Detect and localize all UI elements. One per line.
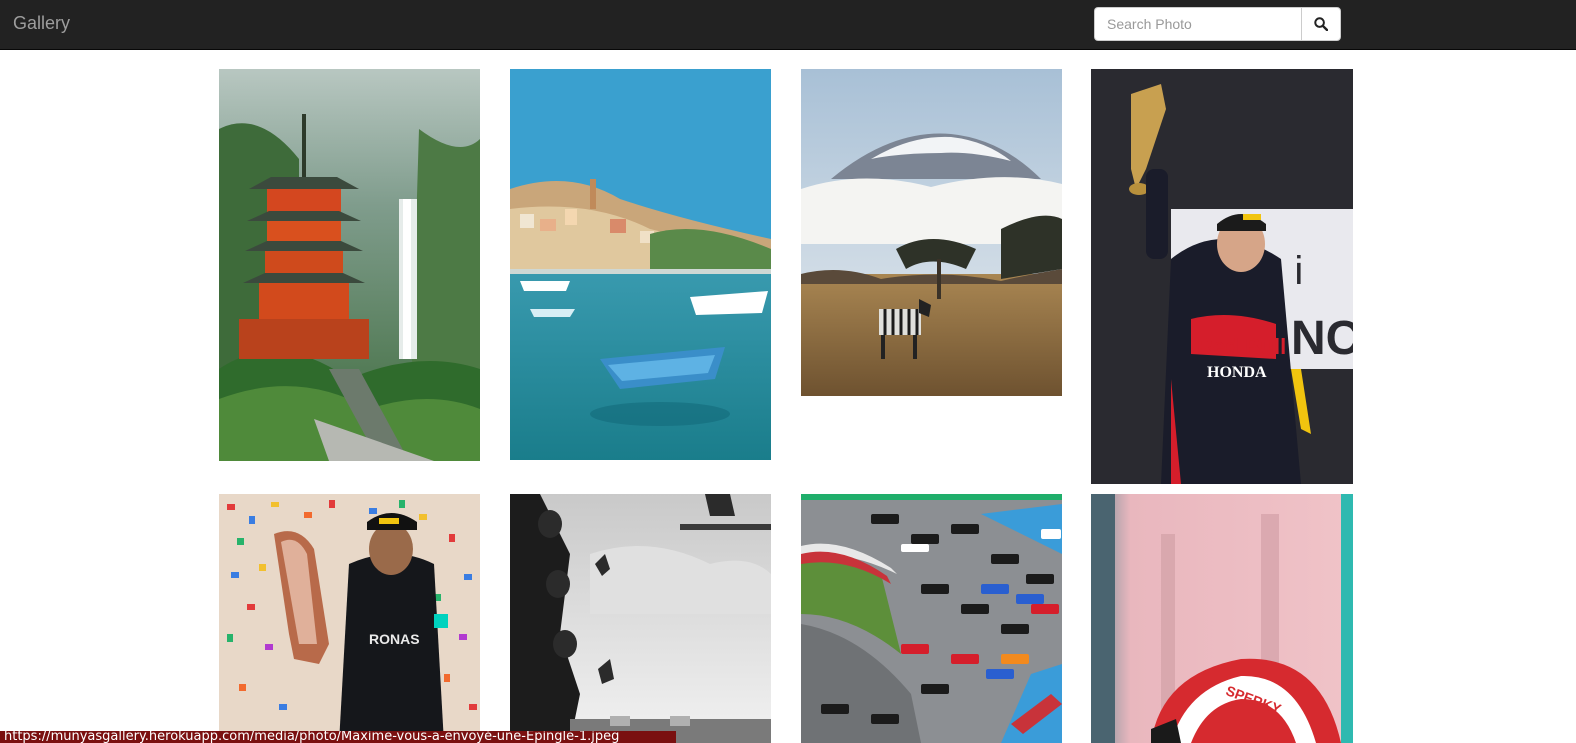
photo-verstappen-trophy[interactable]: o i NC Red Bull HONDA [1091,69,1353,484]
search-button[interactable] [1301,7,1341,41]
brand-link[interactable]: Gallery [13,13,70,34]
svg-text:Red Bull: Red Bull [1197,334,1286,359]
search-form [1094,7,1341,41]
kilimanjaro-image [801,69,1062,396]
verstappen-image: o i NC Red Bull HONDA [1091,69,1353,484]
photo-leclerc-helmet[interactable]: SPERKY [1091,494,1353,743]
helmet-image: SPERKY [1091,494,1353,743]
svg-text:NC: NC [1291,312,1353,365]
photo-greek-harbor-boats[interactable] [510,69,771,460]
pagoda-image [219,69,480,461]
harbor-image [510,69,771,460]
photo-japan-pagoda-waterfall[interactable] [219,69,480,461]
hamilton-image: RONAS [219,494,480,743]
photo-kilimanjaro-zebra[interactable] [801,69,1062,396]
photo-grid: o i NC Red Bull HONDA RONAS SPERKY [0,50,1576,743]
search-input[interactable] [1094,7,1301,41]
navbar: Gallery [0,0,1576,50]
photo-pitwall-celebration-bw[interactable] [510,494,771,743]
photo-hamilton-trophy-confetti[interactable]: RONAS [219,494,480,743]
status-bar-url: https://munyasgallery.herokuapp.com/medi… [0,731,676,743]
svg-text:HONDA: HONDA [1207,364,1267,381]
race-start-image [801,494,1062,743]
pitwall-image [510,494,771,743]
photo-f1-race-start[interactable] [801,494,1062,743]
svg-text:RONAS: RONAS [369,631,420,647]
search-icon [1314,17,1328,31]
